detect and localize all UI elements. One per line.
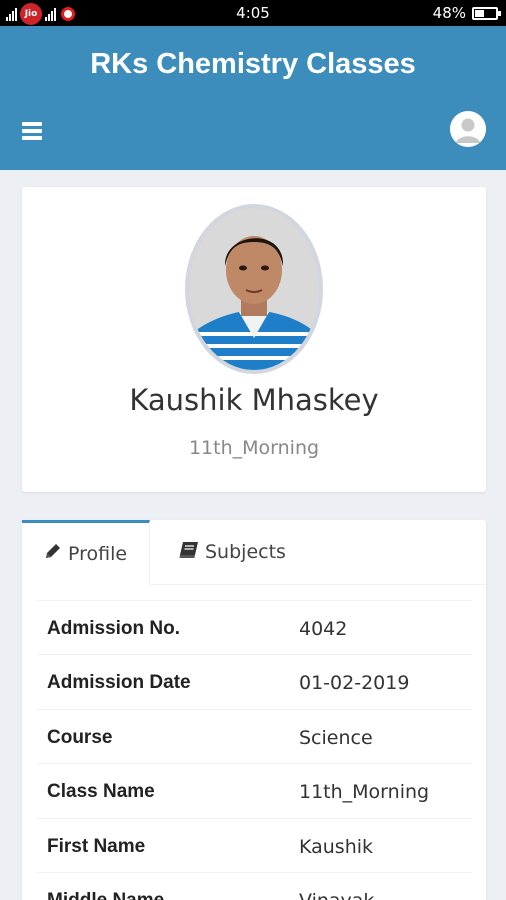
student-class: 11th_Morning — [188, 437, 320, 459]
student-photo — [185, 204, 323, 374]
battery-icon — [472, 6, 501, 20]
detail-label: Middle Name — [47, 890, 164, 900]
app-header: RKs Chemistry Classes — [0, 26, 506, 170]
tab-subjects-label: Subjects — [205, 541, 286, 563]
status-bar: Jio 4:05 48% — [0, 0, 506, 26]
tab-subjects[interactable]: Subjects — [179, 520, 286, 584]
details-card: Profile Subjects Admission No. 4042 Admi… — [22, 520, 486, 900]
detail-value: Vinayak — [299, 890, 374, 900]
detail-label: First Name — [47, 836, 146, 857]
tab-profile-label: Profile — [68, 542, 128, 565]
battery-percent: 48% — [432, 4, 466, 22]
detail-row: Admission Date 01-02-2019 — [37, 654, 472, 708]
user-avatar-icon[interactable] — [450, 111, 486, 147]
status-time: 4:05 — [236, 4, 270, 22]
app-title: RKs Chemistry Classes — [90, 48, 416, 80]
detail-value: 4042 — [299, 618, 348, 640]
pencil-icon — [44, 542, 62, 565]
detail-value: 01-02-2019 — [299, 672, 410, 694]
tabs-divider — [150, 584, 486, 585]
detail-label: Class Name — [47, 781, 155, 802]
profile-card: Kaushik Mhaskey 11th_Morning — [22, 187, 486, 492]
student-name: Kaushik Mhaskey — [129, 383, 379, 417]
detail-row: First Name Kaushik — [37, 818, 472, 872]
detail-row: Admission No. 4042 — [37, 600, 472, 654]
detail-row: Class Name 11th_Morning — [37, 763, 472, 817]
hamburger-menu-icon[interactable] — [22, 122, 42, 140]
detail-row: Middle Name Vinayak — [37, 872, 472, 900]
detail-label: Course — [47, 727, 113, 748]
book-icon — [179, 541, 199, 564]
detail-value: Science — [299, 727, 373, 749]
detail-label: Admission No. — [47, 618, 181, 639]
detail-value: 11th_Morning — [299, 781, 430, 803]
detail-label: Admission Date — [47, 672, 191, 693]
detail-row: Course Science — [37, 709, 472, 763]
status-right: 48% — [432, 4, 501, 22]
detail-value: Kaushik — [299, 836, 374, 858]
tab-profile[interactable]: Profile — [22, 520, 150, 584]
